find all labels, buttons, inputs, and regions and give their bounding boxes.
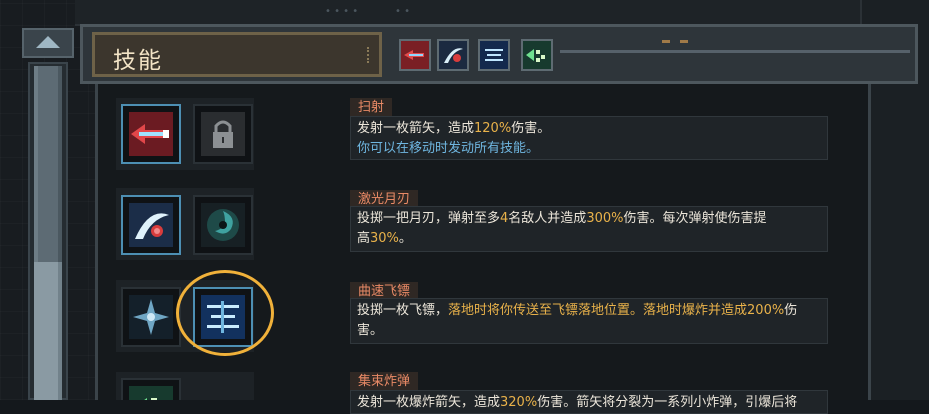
top-strip: • • • • • • (75, 0, 865, 26)
title-box: 技能 (92, 32, 382, 77)
desc-text: 伤 (784, 303, 798, 318)
shuriken-skill-icon (129, 295, 173, 339)
vortex-skill-icon (201, 203, 245, 247)
arrow-skill-icon (401, 41, 429, 69)
desc-value: 200% (747, 303, 785, 318)
scrollbar-thumb-lower (34, 262, 62, 400)
desc-text: 伤害。 (511, 121, 551, 136)
tab-arrow-skill[interactable] (399, 39, 431, 71)
desc-text: 伤害。每次弹射使伤害提 (623, 211, 767, 226)
moon-blade-skill-icon (129, 203, 173, 247)
top-dots: • • (395, 6, 410, 17)
cluster-bomb-skill-icon (523, 41, 551, 69)
desc-value: 120% (474, 121, 512, 136)
skill-description-moon-blade: 投掷一把月刃，弹射至多4名敌人并造成300%伤害。每次弹射使伤害提 高30%。 (350, 206, 828, 252)
desc-text: 投掷一把月刃，弹射至多 (357, 211, 501, 226)
tab-moon-blade-skill[interactable] (437, 39, 469, 71)
arrow-skill-icon (129, 112, 173, 156)
header-dash (680, 40, 688, 43)
page-title: 技能 (113, 48, 163, 74)
skill-slot-locked[interactable] (193, 104, 253, 164)
header-dash (662, 40, 670, 43)
skill-note: 你可以在移动时发动所有技能。 (357, 141, 540, 156)
desc-text: 投掷一枚飞镖， (357, 303, 449, 318)
scroll-up-button[interactable] (22, 28, 74, 58)
skill-slot-cluster-bomb[interactable] (121, 378, 181, 400)
desc-value: 30% (370, 231, 399, 246)
skill-name-strafe: 扫射 (350, 98, 393, 118)
lock-icon (201, 112, 245, 156)
title-scroll-mark (367, 47, 373, 63)
moon-blade-skill-icon (439, 41, 467, 69)
desc-text: 发射一枚箭矢，造成 (357, 121, 475, 136)
skill-description-cluster-bomb: 发射一枚爆炸箭矢，造成320%伤害。箭矢将分裂为一系列小炸弹，引爆后将 (350, 390, 828, 414)
skill-description-strafe: 发射一枚箭矢，造成120%伤害。 你可以在移动时发动所有技能。 (350, 116, 828, 160)
arrow-up-icon (36, 36, 60, 48)
skill-name-cluster-bomb: 集束炸弹 (350, 372, 419, 392)
tab-cluster-bomb-skill[interactable] (521, 39, 553, 71)
desc-value: 320% (500, 395, 538, 410)
desc-text: 高 (357, 231, 371, 246)
skill-slot-moon-blade[interactable] (121, 195, 181, 255)
desc-value: 300% (586, 211, 624, 226)
desc-text: 。 (398, 231, 412, 246)
desc-highlight: 落地时将你传送至飞镖落地位置。落地时爆炸并造成 (448, 303, 748, 318)
skill-slot-strafe[interactable] (121, 104, 181, 164)
skill-description-warp-boomerang: 投掷一枚飞镖，落地时将你传送至飞镖落地位置。落地时爆炸并造成200%伤 害。 (350, 298, 828, 344)
desc-text: 发射一枚爆炸箭矢，造成 (357, 395, 501, 410)
selection-highlight-ring (176, 270, 274, 356)
boomerang-skill-icon (480, 41, 508, 69)
skill-slot-shuriken[interactable] (121, 287, 181, 347)
tab-boomerang-skill[interactable] (478, 39, 510, 71)
desc-text: 名敌人并造成 (508, 211, 587, 226)
cluster-bomb-skill-icon (129, 386, 173, 400)
header-rail (560, 50, 910, 53)
desc-text: 害。 (357, 323, 384, 338)
desc-text: 伤害。箭矢将分裂为一系列小炸弹，引爆后将 (537, 395, 798, 410)
top-dots: • • • • (325, 6, 359, 17)
skill-slot-vortex[interactable] (193, 195, 253, 255)
